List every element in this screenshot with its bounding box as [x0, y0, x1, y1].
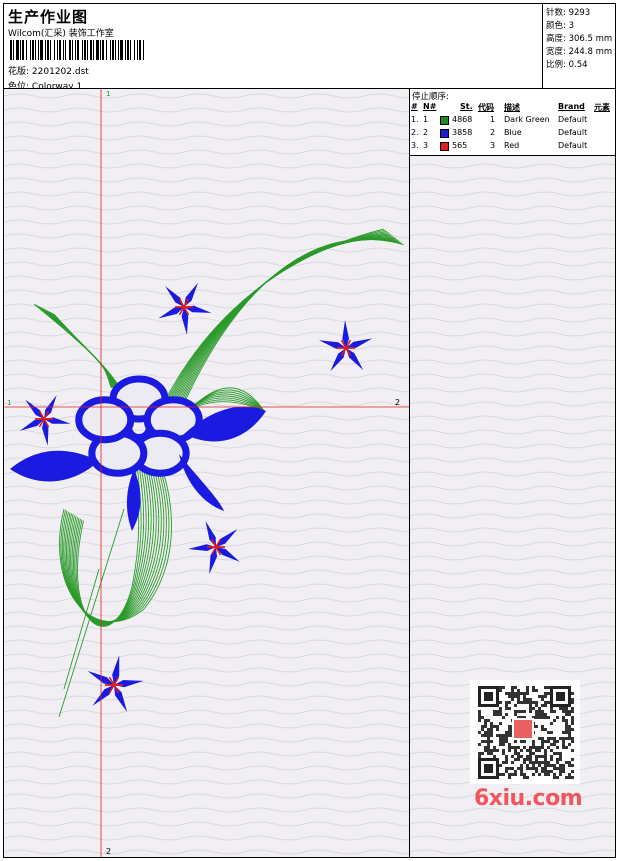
- row-num: 3.: [411, 141, 419, 150]
- design-value: 2201202.dst: [31, 67, 89, 77]
- design-canvas: 1 2 1 2: [4, 89, 410, 857]
- guide-bottom-label: 2: [106, 847, 111, 856]
- design-label: 花版:: [8, 67, 30, 77]
- stats-panel: 针数: 9293 颜色: 3 高度: 306.5 mm 宽度: 244.8 mm…: [542, 4, 616, 88]
- row-num: 1.: [411, 115, 419, 124]
- embroidery-design: 1 2 1 2: [4, 89, 409, 857]
- stat-scale: 比例: 0.54: [546, 60, 588, 70]
- guide-right-label: 2: [395, 398, 400, 407]
- stop-sequence-title: 停止顺序:: [412, 92, 449, 102]
- color-swatch: [440, 116, 449, 125]
- page-title: 生产作业图: [8, 8, 89, 26]
- stat-height: 高度: 306.5 mm: [546, 34, 613, 44]
- col-code: 代码: [478, 103, 494, 112]
- row-code: 1: [490, 115, 496, 124]
- col-desc: 描述: [504, 103, 520, 112]
- row-code: 2: [490, 128, 496, 137]
- col-st: St.: [460, 102, 473, 111]
- row-brand: Default: [558, 115, 588, 124]
- row-brand: Default: [558, 128, 588, 137]
- col-brand: Brand: [558, 102, 585, 111]
- row-stitches: 3858: [452, 128, 473, 137]
- barcode: [10, 40, 144, 60]
- guide-top-label: 1: [106, 90, 110, 98]
- company-name: Wilcom(汇采) 装饰工作室: [8, 29, 114, 39]
- qr-code: [470, 680, 580, 784]
- row-n: 2: [423, 128, 429, 137]
- stat-width: 宽度: 244.8 mm: [546, 47, 613, 57]
- row-desc: Dark Green: [504, 115, 550, 124]
- row-desc: Red: [504, 141, 520, 150]
- col-element: 元素: [594, 103, 610, 112]
- guide-left-label: 1: [7, 399, 11, 407]
- row-code: 3: [490, 141, 496, 150]
- row-n: 3: [423, 141, 429, 150]
- stat-colors: 颜色: 3: [546, 21, 574, 31]
- row-stitches: 565: [452, 141, 468, 150]
- row-stitches: 4868: [452, 115, 473, 124]
- stat-stitches: 针数: 9293: [546, 8, 591, 18]
- row-brand: Default: [558, 141, 588, 150]
- header: 生产作业图 Wilcom(汇采) 装饰工作室 花版: 2201202.dst 色…: [4, 4, 616, 92]
- row-n: 1: [423, 115, 429, 124]
- col-n: N#: [423, 102, 437, 111]
- color-swatch: [440, 142, 449, 151]
- color-swatch: [440, 129, 449, 138]
- col-hash: #: [411, 102, 418, 111]
- stop-sequence-table: 停止顺序: # N# St. 代码 描述 Brand 元素 1. 1 4868 1 Da…: [410, 89, 615, 156]
- row-num: 2.: [411, 128, 419, 137]
- design-file: 花版: 2201202.dst: [8, 64, 89, 77]
- row-desc: Blue: [504, 128, 522, 137]
- site-watermark: 6xiu.com: [474, 786, 583, 811]
